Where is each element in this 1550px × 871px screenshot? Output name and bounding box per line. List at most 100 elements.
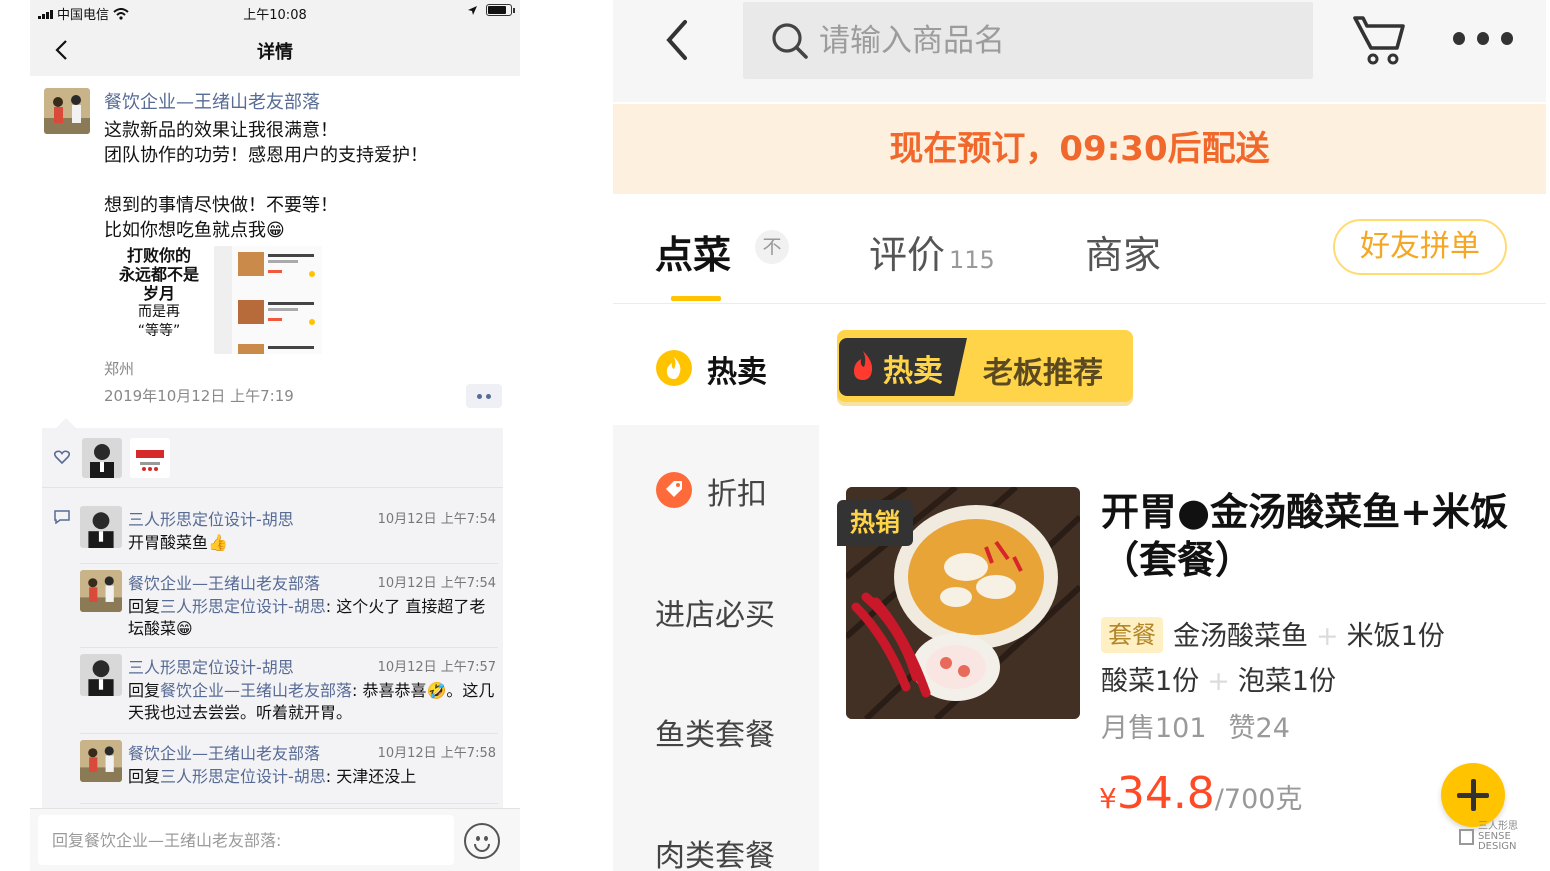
post-time: 2019年10月12日 上午7:19: [104, 387, 294, 405]
commenter-name[interactable]: 三人形思定位设计-胡思: [128, 654, 294, 678]
post-author-name[interactable]: 餐饮企业—王绪山老友部落: [104, 88, 320, 114]
commenter-avatar[interactable]: [80, 740, 122, 782]
search-bar[interactable]: [743, 2, 1313, 79]
category-sidebar: 热卖 折扣 进店必买 鱼类套餐 肉类套餐: [613, 305, 819, 871]
category-fish-set[interactable]: 鱼类套餐: [613, 668, 819, 788]
post-image[interactable]: 打败你的 永远都不是 岁月 而是再 “等等”: [104, 246, 324, 354]
boss-recommend-label: 老板推荐: [983, 356, 1103, 391]
commenter-name[interactable]: 三人形思定位设计-胡思: [128, 506, 294, 530]
active-tab-indicator: [671, 296, 721, 301]
search-input[interactable]: [819, 16, 1289, 66]
reply-prefix: 回复: [128, 597, 161, 616]
currency-symbol: ¥: [1099, 782, 1117, 815]
comment-text: 开胃酸菜鱼👍: [128, 532, 498, 554]
commenter-name[interactable]: 餐饮企业—王绪山老友部落: [128, 570, 320, 594]
reply-to-name[interactable]: 三人形思定位设计-胡思: [160, 597, 326, 616]
commenter-avatar[interactable]: [80, 506, 122, 548]
dish-title[interactable]: 开胃●金汤酸菜鱼+米饭（套餐）: [1101, 488, 1541, 584]
add-to-cart-button[interactable]: [1441, 763, 1505, 827]
tab-order-badge: 不: [755, 230, 789, 264]
comment-icon: [54, 510, 70, 524]
comment-item[interactable]: 餐饮企业—王绪山老友部落 10月12日 上午7:58 回复三人形思定位设计-胡思…: [80, 740, 498, 804]
liker-avatar[interactable]: [82, 438, 122, 478]
back-chevron-icon[interactable]: [661, 16, 693, 64]
category-label: 进店必买: [655, 598, 775, 633]
group-order-button[interactable]: 好友拼单: [1333, 219, 1507, 275]
commenter-avatar[interactable]: [80, 570, 122, 612]
comment-text: 回复三人形思定位设计-胡思: 天津还没上: [128, 766, 498, 788]
watermark: 三人形思 SENSE DESIGN: [1459, 822, 1546, 852]
dish-stats: 月售101 赞24: [1101, 706, 1290, 745]
plus-separator: +: [1207, 666, 1230, 697]
category-meat-set[interactable]: 肉类套餐: [613, 789, 819, 871]
post-line: 这款新品的效果让我很满意！: [104, 120, 338, 141]
dish-item: 米饭1份: [1346, 621, 1445, 652]
watermark-line: SENSE DESIGN: [1477, 831, 1517, 852]
comments-section: 三人形思定位设计-胡思 10月12日 上午7:54 开胃酸菜鱼👍 餐饮企业—王绪…: [42, 418, 503, 828]
screenshot-stage: 中国电信 上午10:08 详情 餐饮企业—王绪山老友部落 这款新品的效果让我很满…: [0, 0, 1550, 871]
battery-icon: [486, 4, 515, 16]
post-author-avatar[interactable]: [44, 88, 90, 134]
dish-price: ¥34.8/700克: [1099, 768, 1302, 819]
comment-text: 回复三人形思定位设计-胡思: 这个火了 直接超了老坛酸菜😁: [128, 596, 498, 640]
category-label: 折扣: [707, 477, 767, 512]
emoji-button[interactable]: [464, 823, 500, 859]
likes-count: 赞24: [1228, 713, 1290, 744]
menu-screenshot-thumbnail: [214, 246, 322, 354]
tab-order[interactable]: 点菜: [655, 224, 731, 279]
set-meal-tag: 套餐: [1101, 617, 1163, 653]
plus-separator: +: [1316, 621, 1339, 652]
reply-input[interactable]: [38, 815, 454, 865]
reply-to-name[interactable]: 餐饮企业—王绪山老友部落: [160, 681, 352, 700]
comment-item[interactable]: 三人形思定位设计-胡思 10月12日 上午7:54 开胃酸菜鱼👍: [80, 506, 498, 564]
price-unit: /700克: [1214, 784, 1303, 815]
poster-line: “等等”: [137, 323, 181, 339]
comment-time: 10月12日 上午7:57: [377, 660, 496, 675]
category-discount[interactable]: 折扣: [613, 427, 819, 547]
post-line: [104, 168, 504, 193]
delivery-notice: 现在预订，09:30后配送: [613, 104, 1546, 194]
commenter-name[interactable]: 餐饮企业—王绪山老友部落: [128, 740, 320, 764]
post-line: 想到的事情尽快做！不要等！: [104, 195, 338, 216]
comment-text: 回复餐饮企业—王绪山老友部落: 恭喜恭喜🤣。这几天我也过去尝尝。听着就开胃。: [128, 680, 498, 724]
dish-item: 泡菜1份: [1237, 666, 1336, 697]
category-label: 鱼类套餐: [655, 718, 775, 753]
discount-tag-icon: [656, 472, 692, 508]
reply-to-name[interactable]: 三人形思定位设计-胡思: [160, 767, 326, 786]
post-location[interactable]: 郑州: [104, 358, 134, 379]
shop-top-bar: [613, 0, 1546, 102]
liker-avatar[interactable]: [130, 438, 170, 478]
post-text: 这款新品的效果让我很满意！ 团队协作的功劳！感恩用户的支持爱护！ 想到的事情尽快…: [104, 118, 504, 243]
cart-icon[interactable]: [1351, 12, 1407, 68]
category-hot[interactable]: 热卖: [613, 305, 819, 425]
price-value: 34.8: [1116, 768, 1215, 819]
tab-merchant[interactable]: 商家: [1085, 224, 1161, 279]
location-arrow-icon: [468, 5, 477, 15]
dish-item: 金汤酸菜鱼: [1173, 621, 1308, 652]
category-label: 肉类套餐: [655, 839, 775, 871]
poster-slogan: 打败你的 永远都不是 岁月 而是再 “等等”: [104, 246, 214, 354]
category-must-buy[interactable]: 进店必买: [613, 548, 819, 668]
reply-bar: [30, 808, 520, 871]
more-dots-icon[interactable]: [1453, 32, 1513, 48]
comment-body: : 天津还没上: [325, 767, 417, 786]
comment-body: 开胃酸菜鱼👍: [128, 533, 228, 552]
reply-prefix: 回复: [128, 681, 161, 700]
commenter-avatar[interactable]: [80, 654, 122, 696]
review-count: 115: [949, 246, 995, 274]
page-title: 详情: [257, 42, 293, 63]
comment-item[interactable]: 三人形思定位设计-胡思 10月12日 上午7:57 回复餐饮企业—王绪山老友部落…: [80, 654, 498, 734]
comment-time: 10月12日 上午7:54: [377, 576, 496, 591]
watermark-logo-icon: [1459, 829, 1474, 845]
tab-reviews[interactable]: 评价 115: [869, 224, 995, 279]
flame-icon: [854, 351, 873, 380]
search-icon: [772, 23, 808, 59]
dish-item: 酸菜1份: [1101, 666, 1200, 697]
category-label: 热卖: [707, 355, 767, 390]
post-line: 团队协作的功劳！感恩用户的支持爱护！: [104, 145, 428, 166]
comment-item[interactable]: 餐饮企业—王绪山老友部落 10月12日 上午7:54 回复三人形思定位设计-胡思…: [80, 570, 498, 648]
hot-label: 热卖: [883, 354, 943, 389]
dish-contents-line: 套餐 金汤酸菜鱼 + 米饭1份: [1101, 614, 1541, 659]
monthly-sales: 月售101: [1101, 713, 1207, 744]
more-actions-button[interactable]: [466, 384, 502, 408]
